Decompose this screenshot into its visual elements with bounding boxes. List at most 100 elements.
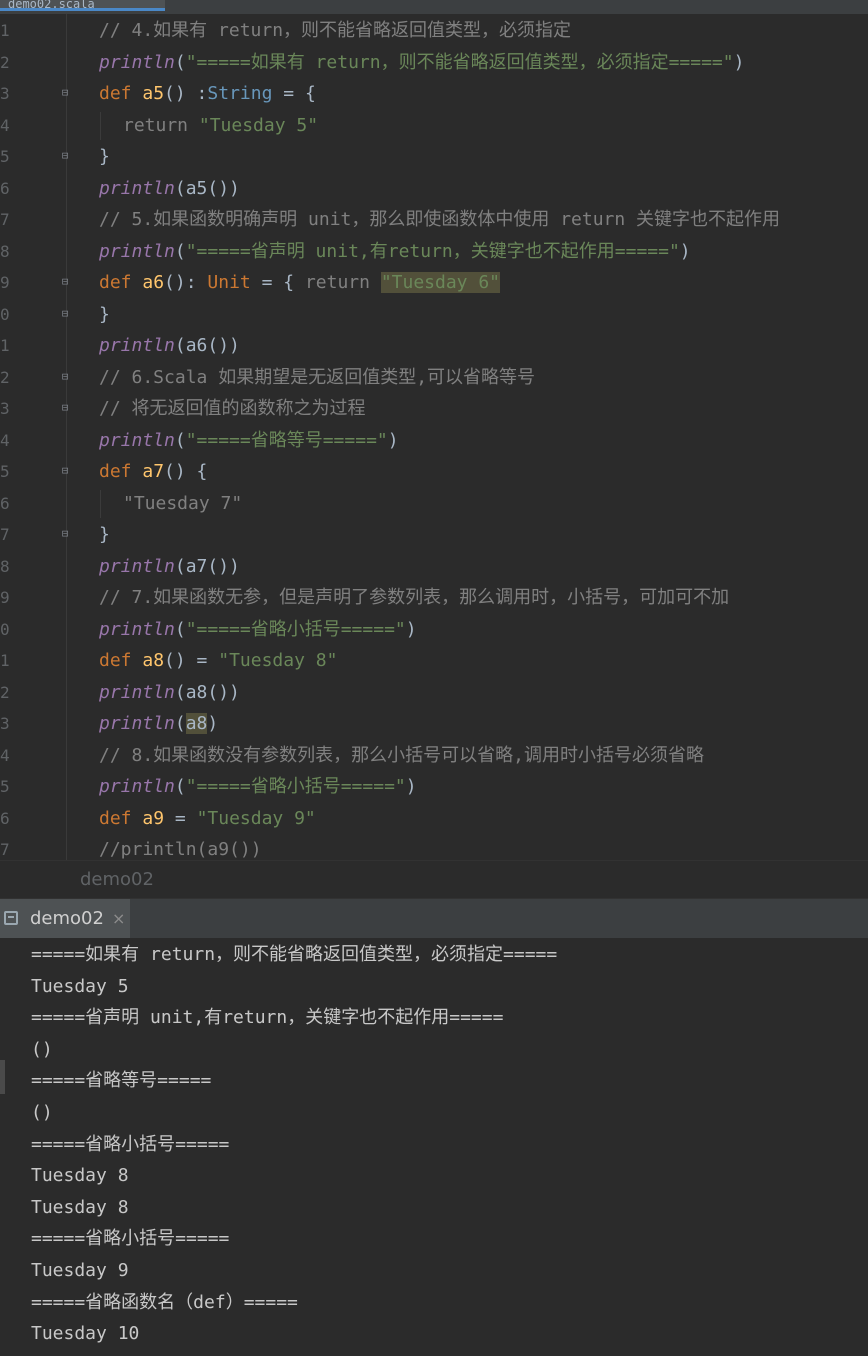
code-token: ( — [174, 51, 186, 73]
code-token: // 6.Scala 如果期望是无返回值类型,可以省略等号 — [99, 366, 536, 388]
code-line[interactable]: 6 def a9 = "Tuesday 9" — [0, 803, 868, 835]
code-token: println — [99, 51, 175, 73]
breadcrumb[interactable]: demo02 — [80, 861, 154, 899]
code-line[interactable]: 7 // 5.如果函数明确声明 unit，那么即使函数体中使用 return 关键… — [0, 204, 868, 236]
code-line[interactable]: 8 println("=====省声明 unit,有return，关键字也不起作用… — [0, 236, 868, 268]
fold-close-icon[interactable]: ⊟ — [59, 149, 71, 163]
fold-close-icon[interactable]: ⊟ — [59, 401, 71, 415]
code-line[interactable]: 0 println("=====省略小括号=====") — [0, 614, 868, 646]
run-tab-label: demo02 — [30, 908, 104, 929]
code-line[interactable]: 4 return "Tuesday 5" — [0, 110, 868, 142]
code-editor[interactable]: 1 // 4.如果有 return，则不能省略返回值类型，必须指定 2 println… — [0, 14, 868, 860]
code-line[interactable]: 4 println("=====省略等号=====") — [0, 425, 868, 457]
code-text: println("=====如果有 return，则不能省略返回值类型，必须指定… — [99, 47, 744, 79]
code-token: () = — [164, 650, 219, 671]
code-token: ( — [174, 713, 186, 734]
code-token: def — [99, 807, 143, 829]
code-line[interactable]: 1 println(a6()) — [0, 330, 868, 362]
code-token: def — [99, 272, 143, 293]
fold-open-icon[interactable]: ⊟ — [59, 370, 71, 384]
code-line[interactable]: 6 println(a5()) — [0, 173, 868, 205]
fold-close-icon[interactable]: ⊟ — [59, 307, 71, 321]
code-token: //println(a9()) — [99, 839, 262, 860]
code-token: // 4.如果有 return，则不能省略返回值类型，必须指定 — [99, 20, 572, 41]
code-token: "Tuesday 7" — [123, 492, 243, 514]
code-line[interactable]: 1 // 4.如果有 return，则不能省略返回值类型，必须指定 — [0, 15, 868, 47]
code-token: (): — [164, 272, 208, 293]
code-token: "Tuesday 9" — [196, 807, 316, 829]
code-token: ) — [679, 240, 691, 262]
console-line: Tuesday 9 — [31, 1260, 129, 1281]
code-token: // 8.如果函数没有参数列表，那么小括号可以省略,调用时小括号必须省略 — [99, 744, 705, 766]
code-text: println(a6()) — [99, 330, 240, 362]
line-number: 2 — [0, 682, 10, 702]
code-line[interactable]: 4 // 8.如果函数没有参数列表，那么小括号可以省略,调用时小括号必须省略 — [0, 740, 868, 772]
code-token: a8 — [185, 713, 208, 734]
code-token: (a8()) — [174, 681, 240, 703]
code-text: println("=====省略小括号=====") — [99, 771, 417, 803]
code-line[interactable]: 6 "Tuesday 7" — [0, 488, 868, 520]
code-token: println — [99, 335, 175, 356]
code-token: ) — [405, 776, 417, 797]
code-line[interactable]: 3 println(a8) — [0, 708, 868, 740]
code-line[interactable]: 3 ⊟ def a5() :String = { — [0, 78, 868, 110]
code-token: = { — [272, 83, 316, 104]
code-token: } — [99, 524, 110, 545]
run-console-output[interactable]: =====如果有 return，则不能省略返回值类型，必须指定===== Tues… — [0, 938, 868, 1356]
code-line[interactable]: 1 def a8() = "Tuesday 8" — [0, 645, 868, 677]
code-line[interactable]: 7 ⊟} — [0, 519, 868, 551]
code-line[interactable]: 3 ⊟ // 将无返回值的函数称之为过程 — [0, 393, 868, 425]
code-token: println — [99, 555, 175, 577]
code-text: println(a8()) — [99, 677, 240, 709]
code-line[interactable]: 5 println("=====省略小括号=====") — [0, 771, 868, 803]
code-text: println(a7()) — [99, 551, 240, 583]
console-icon — [4, 911, 18, 925]
code-line[interactable]: 8 println(a7()) — [0, 551, 868, 583]
code-token: ) — [733, 51, 745, 73]
code-token: (a7()) — [174, 555, 240, 577]
code-line[interactable]: 9 // 7.如果函数无参，但是声明了参数列表，那么调用时，小括号，可加可不加 — [0, 582, 868, 614]
code-text: } — [99, 141, 110, 173]
code-text: def a7() { — [99, 456, 207, 488]
line-number: 7 — [0, 210, 10, 229]
code-line[interactable]: 5 ⊟} — [0, 141, 868, 173]
code-line[interactable]: 5 ⊟ def a7() { — [0, 456, 868, 488]
code-line[interactable]: 2 println(a8()) — [0, 677, 868, 709]
code-line[interactable]: 7 //println(a9()) — [0, 834, 868, 860]
code-text: // 6.Scala 如果期望是无返回值类型,可以省略等号 — [99, 362, 535, 394]
code-token: Unit — [207, 272, 251, 293]
code-text: // 7.如果函数无参，但是声明了参数列表，那么调用时，小括号，可加可不加 — [99, 582, 729, 614]
line-number: 5 — [0, 777, 10, 796]
editor-tab-demo02[interactable]: demo02.scala — [0, 0, 165, 11]
code-token: ) — [207, 713, 219, 734]
console-line: =====省略小括号===== — [31, 1228, 230, 1250]
code-line[interactable]: 2 ⊟ // 6.Scala 如果期望是无返回值类型,可以省略等号 — [0, 362, 868, 394]
fold-open-icon[interactable]: ⊟ — [59, 464, 71, 478]
code-text: } — [99, 519, 110, 551]
code-text: // 4.如果有 return，则不能省略返回值类型，必须指定 — [99, 15, 571, 47]
line-number: 1 — [0, 651, 10, 670]
code-token: a9 — [142, 807, 165, 829]
code-token: ) — [387, 429, 399, 451]
code-line[interactable]: 2 println("=====如果有 return，则不能省略返回值类型，必须指… — [0, 47, 868, 79]
line-number: 6 — [0, 493, 10, 513]
fold-close-icon[interactable]: ⊟ — [59, 527, 71, 541]
line-number: 2 — [0, 52, 10, 72]
code-text: // 将无返回值的函数称之为过程 — [99, 393, 366, 425]
line-number: 7 — [0, 840, 10, 859]
code-token: return — [304, 272, 381, 293]
code-text: println(a8) — [99, 708, 218, 740]
breadcrumb-bar: demo02 — [0, 860, 868, 899]
line-number: 7 — [0, 525, 10, 544]
console-line: Tuesday 8 — [31, 1165, 129, 1187]
fold-open-icon[interactable]: ⊟ — [59, 86, 71, 100]
fold-open-icon[interactable]: ⊟ — [59, 275, 71, 289]
close-icon[interactable]: × — [112, 899, 125, 939]
code-text: println("=====省略等号=====") — [99, 425, 399, 457]
code-line[interactable]: 9 ⊟ def a6(): Unit = { return "Tuesday 6" — [0, 267, 868, 299]
code-text: println("=====省声明 unit,有return，关键字也不起作用=… — [99, 236, 691, 268]
code-token: = — [164, 807, 197, 829]
code-line[interactable]: 0 ⊟} — [0, 299, 868, 331]
run-tab-demo02[interactable]: demo02 × — [0, 899, 130, 939]
console-line: =====省声明 unit,有return，关键字也不起作用===== — [31, 1007, 504, 1029]
